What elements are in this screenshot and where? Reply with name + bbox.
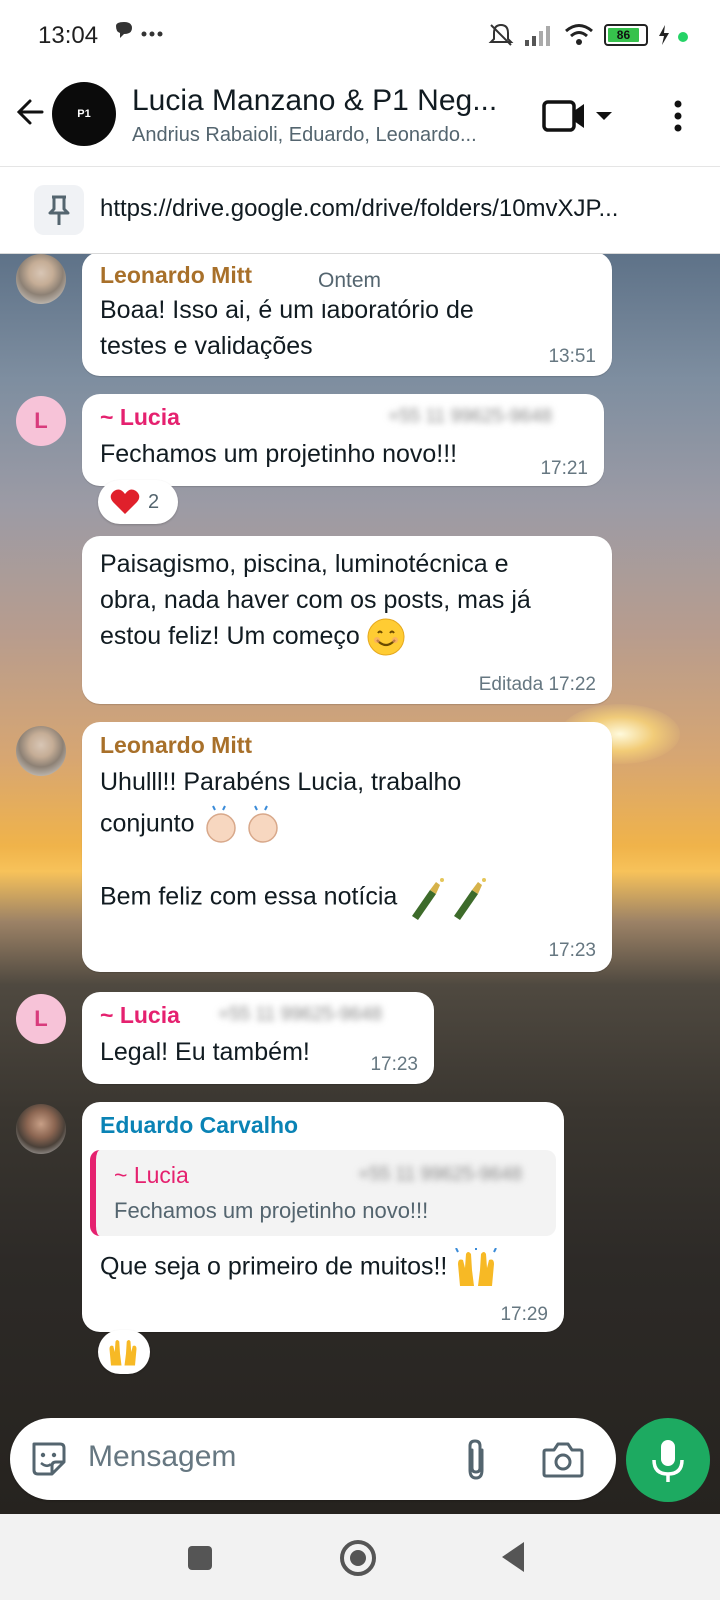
message-line: testes e validações: [100, 332, 313, 360]
champagne-bottle-icon: [412, 878, 487, 920]
camera-icon[interactable]: [542, 1440, 584, 1478]
charging-bolt-icon: [659, 25, 669, 45]
microphone-icon: [652, 1440, 684, 1482]
reaction-badge[interactable]: [98, 1330, 150, 1374]
group-avatar[interactable]: P1: [52, 82, 116, 146]
group-title[interactable]: Lucia Manzano & P1 Neg...: [132, 84, 512, 118]
date-chip: Ontem: [302, 258, 398, 304]
message-line-text: conjunto: [100, 809, 195, 838]
quoted-message[interactable]: ~ Lucia +55 11 99625-9648 Fechamos um pr…: [90, 1150, 556, 1236]
message-input[interactable]: Mensagem: [88, 1440, 236, 1474]
raising-hands-icon: [109, 1340, 137, 1366]
message-bubble[interactable]: Eduardo Carvalho ~ Lucia +55 11 99625-96…: [82, 1102, 564, 1332]
message-sender[interactable]: Leonardo Mitt: [100, 732, 252, 759]
group-members[interactable]: Andrius Rabaioli, Eduardo, Leonardo...: [132, 124, 512, 147]
back-triangle-icon[interactable]: [498, 1540, 528, 1574]
chat-header: P1 Lucia Manzano & P1 Neg... Andrius Rab…: [0, 70, 720, 166]
status-bar: 13:04 86: [0, 0, 720, 70]
more-vertical-icon: [674, 100, 682, 132]
recents-square-icon[interactable]: [186, 1544, 214, 1572]
battery-level: 86: [608, 28, 639, 42]
sender-phone: +55 11 99625-9648: [218, 1004, 382, 1025]
message-time: 17:23: [548, 940, 596, 961]
message-line: Uhulll!! Parabéns Lucia, trabalho: [100, 768, 462, 796]
message-bubble[interactable]: ~ Lucia +55 11 99625-9648 Fechamos um pr…: [82, 394, 604, 486]
quote-text: Fechamos um projetinho novo!!!: [114, 1198, 429, 1223]
back-button[interactable]: [12, 92, 52, 132]
red-heart-icon: [110, 489, 140, 514]
message-text: Legal! Eu também!: [100, 1038, 310, 1066]
smiling-face-icon: [367, 618, 405, 656]
message-text: Fechamos um projetinho novo!!!: [100, 440, 458, 468]
sticker-icon[interactable]: [28, 1438, 70, 1480]
home-circle-icon[interactable]: [338, 1538, 378, 1578]
battery-icon: 86: [604, 24, 648, 46]
system-nav-bar: [0, 1514, 720, 1600]
paperclip-icon[interactable]: [460, 1438, 492, 1482]
message-line: conjunto: [100, 804, 494, 846]
sender-phone: +55 11 99625-9648: [388, 406, 552, 427]
back-arrow-icon: [16, 99, 44, 125]
message-time: 13:51: [548, 346, 596, 367]
message-sender[interactable]: ~ Lucia: [100, 404, 180, 431]
wifi-icon: [565, 24, 593, 45]
message-time: 17:29: [500, 1304, 548, 1325]
message-text: Uhulll!! Parabéns Lucia, trabalho conjun…: [100, 764, 494, 920]
reaction-badge[interactable]: 2: [98, 480, 178, 524]
privacy-dot-icon: [678, 32, 688, 42]
quote-sender: ~ Lucia: [114, 1162, 189, 1188]
mute-bell-icon: [488, 23, 514, 46]
message-sender[interactable]: Leonardo Mitt: [100, 262, 252, 289]
notification-icons: [112, 20, 172, 54]
avatar-letter: L: [34, 408, 48, 433]
message-line: Boaa! Isso ai, é um laboratório de: [100, 296, 474, 324]
avatar[interactable]: [16, 254, 66, 304]
pinned-link[interactable]: https://drive.google.com/drive/folders/1…: [100, 195, 700, 223]
status-right-icons: 86: [488, 22, 670, 48]
quote-phone: +55 11 99625-9648: [358, 1164, 522, 1185]
video-call-icon: [542, 100, 612, 132]
chat-notification-icon: [116, 22, 163, 38]
raising-hands-icon: [455, 1248, 498, 1286]
more-options-button[interactable]: [660, 92, 696, 140]
video-call-button[interactable]: [540, 94, 620, 138]
message-line-text: estou feliz! Um começo: [100, 622, 360, 650]
message-text: Que seja o primeiro de muitos!!: [100, 1248, 498, 1288]
chat-area[interactable]: Leonardo Mitt Boaa! Isso ai, é um labora…: [0, 254, 720, 1514]
message-line: Paisagismo, piscina, luminotécnica e: [100, 550, 509, 578]
avatar[interactable]: L: [16, 994, 66, 1044]
message-line: estou feliz! Um começo: [100, 618, 531, 656]
avatar-letter: L: [34, 1006, 48, 1031]
clapping-hands-icon: [206, 805, 279, 843]
message-time: Editada 17:22: [478, 674, 596, 695]
message-bubble[interactable]: ~ Lucia +55 11 99625-9648 Legal! Eu tamb…: [82, 992, 434, 1084]
message-text: Boaa! Isso ai, é um laboratório de teste…: [100, 292, 474, 364]
message-line-text: Bem feliz com essa notícia: [100, 882, 398, 911]
avatar[interactable]: [16, 726, 66, 776]
message-line-text: Que seja o primeiro de muitos!!: [100, 1252, 448, 1281]
message-time: 17:23: [370, 1054, 418, 1075]
microphone-button[interactable]: [626, 1418, 710, 1502]
avatar[interactable]: [16, 1104, 66, 1154]
pin-icon-box: [34, 185, 84, 235]
signal-icon: [525, 26, 550, 46]
avatar[interactable]: L: [16, 396, 66, 446]
message-time: 17:21: [540, 458, 588, 479]
pin-icon: [48, 195, 70, 225]
message-line: Bem feliz com essa notícia: [100, 876, 494, 920]
pinned-message-bar[interactable]: https://drive.google.com/drive/folders/1…: [0, 166, 720, 254]
message-text: Paisagismo, piscina, luminotécnica e obr…: [100, 546, 531, 656]
reaction-count: 2: [148, 490, 160, 513]
chevron-down-icon: [596, 112, 612, 120]
message-line: obra, nada haver com os posts, mas já: [100, 586, 531, 614]
message-sender[interactable]: Eduardo Carvalho: [100, 1112, 298, 1139]
message-input-bar[interactable]: Mensagem: [10, 1418, 616, 1500]
group-avatar-logo: P1: [77, 108, 91, 120]
message-sender[interactable]: ~ Lucia: [100, 1002, 180, 1029]
message-bubble[interactable]: Leonardo Mitt Uhulll!! Parabéns Lucia, t…: [82, 722, 612, 972]
message-bubble[interactable]: Paisagismo, piscina, luminotécnica e obr…: [82, 536, 612, 704]
status-time: 13:04: [38, 22, 99, 49]
